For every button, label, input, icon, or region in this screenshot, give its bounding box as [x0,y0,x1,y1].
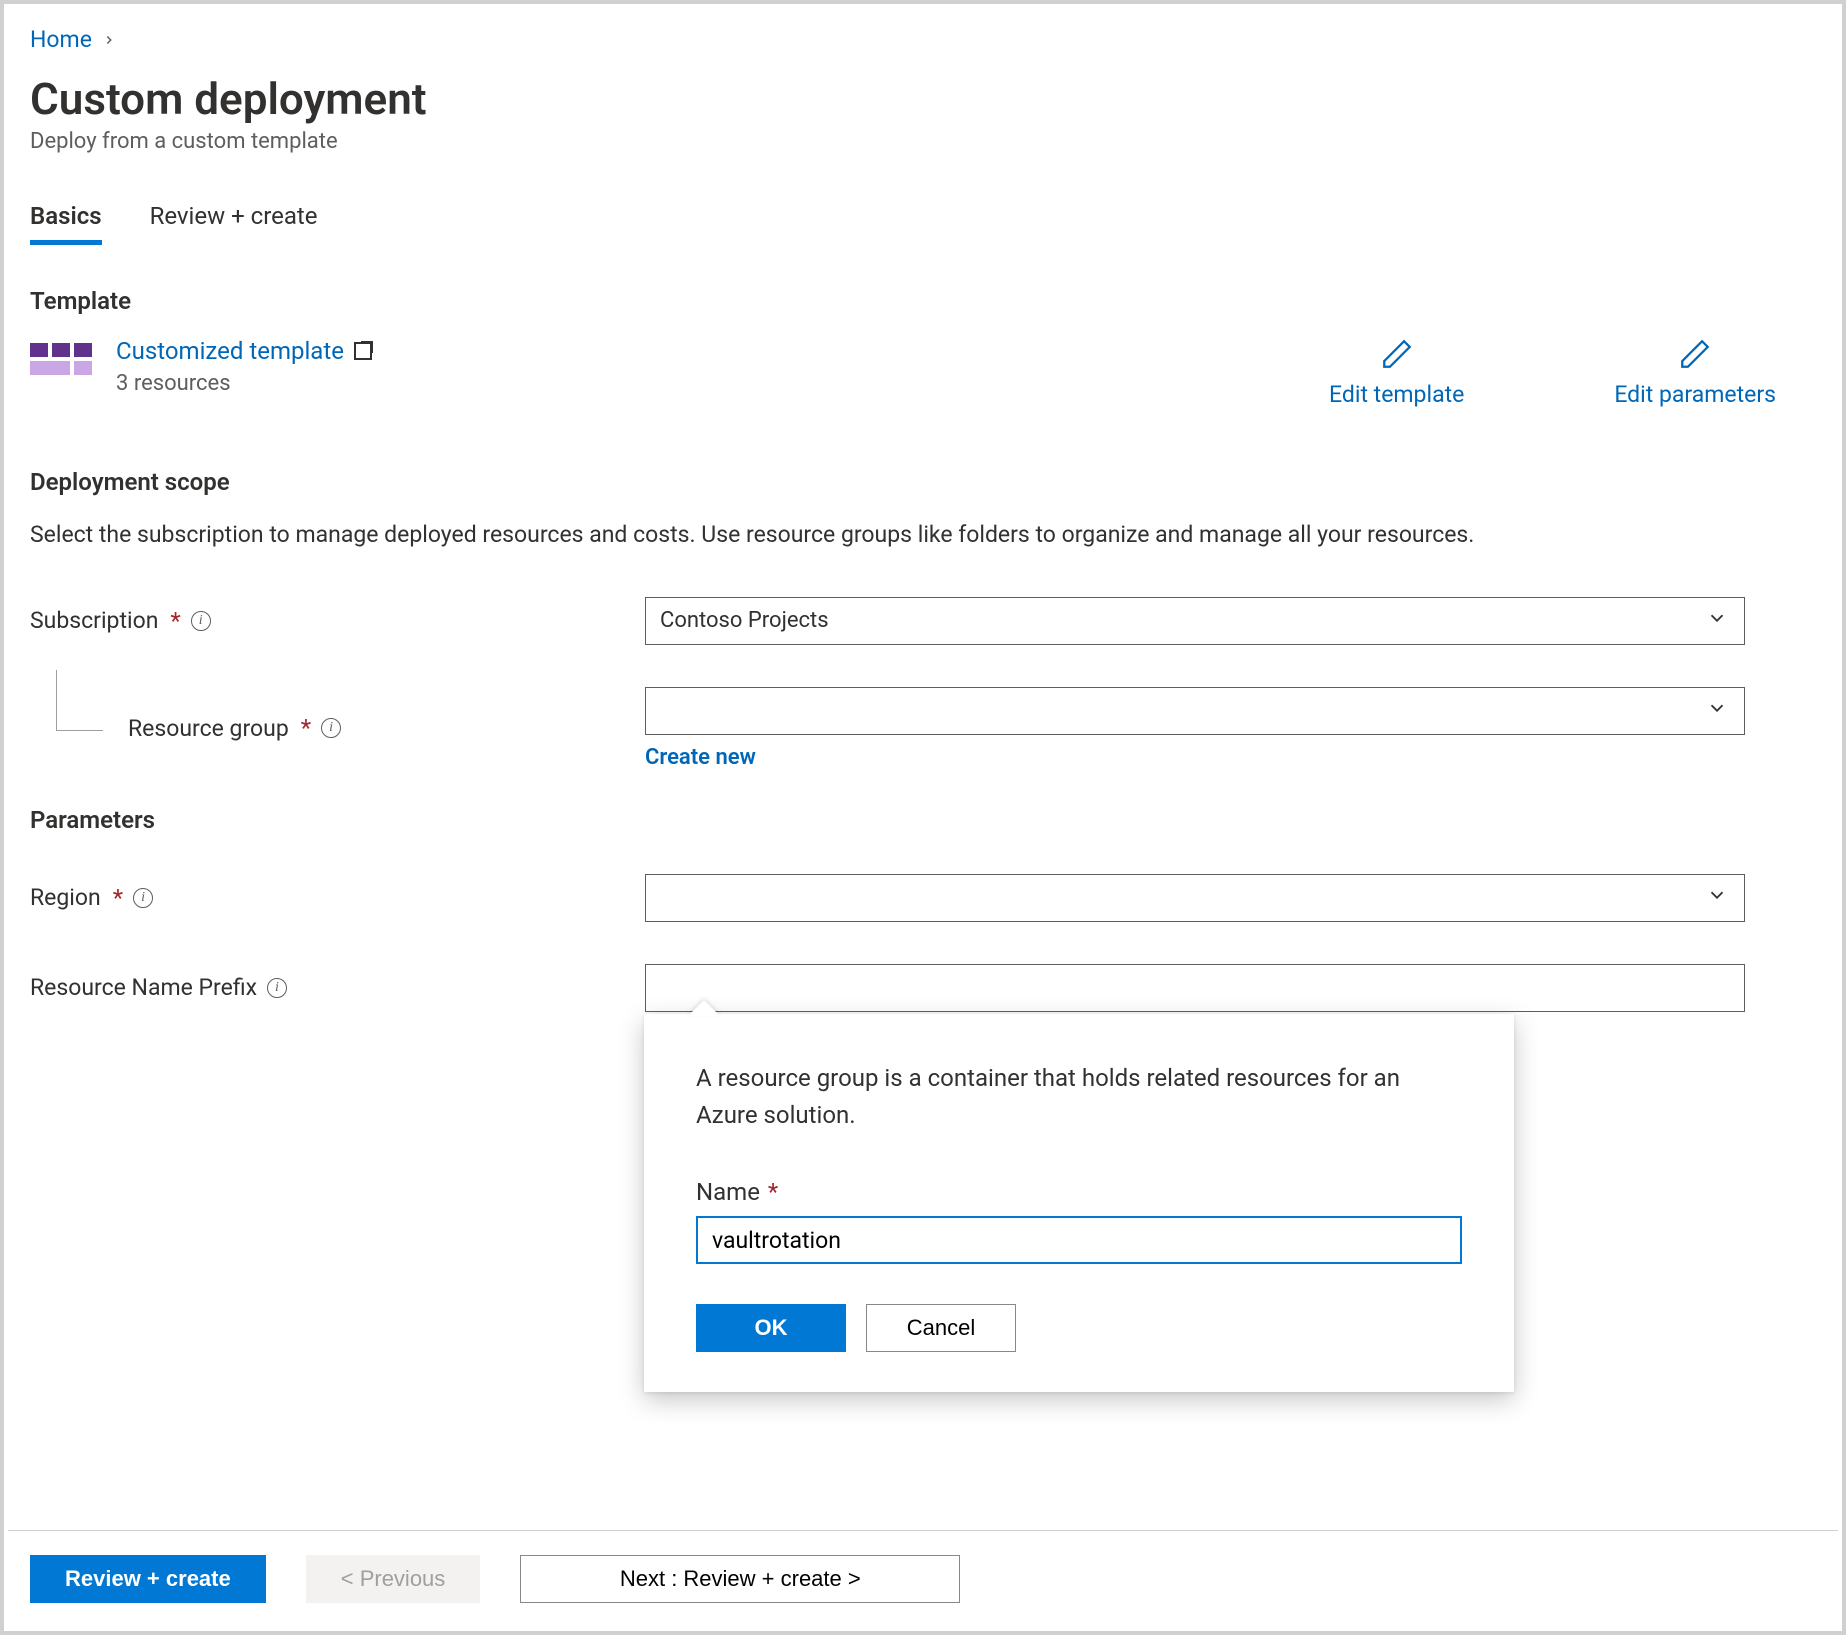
chevron-down-icon [1706,884,1728,912]
region-label: Region [30,884,101,911]
resource-name-prefix-label: Resource Name Prefix [30,974,257,1001]
edit-template-button[interactable]: Edit template [1329,337,1464,408]
next-button[interactable]: Next : Review + create > [520,1555,960,1603]
chevron-down-icon [1706,607,1728,635]
pencil-icon [1380,337,1414,371]
edit-template-label: Edit template [1329,381,1464,408]
callout-arrow [688,1000,720,1016]
tab-basics[interactable]: Basics [30,202,102,245]
info-icon[interactable]: i [191,611,211,631]
popover-name-input[interactable] [696,1216,1462,1264]
section-parameters-heading: Parameters [30,806,1816,834]
subscription-select[interactable]: Contoso Projects [645,597,1745,645]
required-asterisk: * [113,884,123,912]
subscription-value: Contoso Projects [660,608,829,633]
template-resource-count: 3 resources [116,371,372,396]
page-subtitle: Deploy from a custom template [30,129,1816,154]
tabs: Basics Review + create [30,202,1816,245]
customized-template-link[interactable]: Customized template [116,337,372,365]
info-icon[interactable]: i [133,888,153,908]
resource-group-select[interactable] [645,687,1745,735]
breadcrumb: Home [30,26,1816,53]
popover-description: A resource group is a container that hol… [696,1060,1462,1134]
required-asterisk: * [301,714,311,742]
create-resource-group-popover: A resource group is a container that hol… [644,1014,1514,1392]
chevron-down-icon [1706,697,1728,725]
create-new-link[interactable]: Create new [645,745,756,770]
popover-name-label: Name [696,1178,760,1206]
breadcrumb-home-link[interactable]: Home [30,26,92,53]
region-select[interactable] [645,874,1745,922]
open-external-icon [354,342,372,360]
footer-bar: Review + create < Previous Next : Review… [8,1530,1838,1627]
customized-template-label: Customized template [116,337,344,365]
page-title: Custom deployment [30,73,1816,125]
ok-button[interactable]: OK [696,1304,846,1352]
tab-review-create[interactable]: Review + create [150,202,318,245]
cancel-button[interactable]: Cancel [866,1304,1016,1352]
section-template-heading: Template [30,287,1816,315]
resource-name-prefix-input[interactable] [645,964,1745,1012]
previous-button: < Previous [306,1555,481,1603]
section-scope-heading: Deployment scope [30,468,1816,496]
info-icon[interactable]: i [321,718,341,738]
scope-description: Select the subscription to manage deploy… [30,518,1670,553]
review-create-button[interactable]: Review + create [30,1555,266,1603]
info-icon[interactable]: i [267,978,287,998]
required-asterisk: * [170,607,180,635]
required-asterisk: * [768,1178,778,1206]
pencil-icon [1678,337,1712,371]
template-icon [30,343,92,375]
edit-parameters-button[interactable]: Edit parameters [1614,337,1776,408]
resource-group-label: Resource group [128,715,289,742]
subscription-label: Subscription [30,607,158,634]
chevron-right-icon [102,28,116,52]
edit-parameters-label: Edit parameters [1614,381,1776,408]
